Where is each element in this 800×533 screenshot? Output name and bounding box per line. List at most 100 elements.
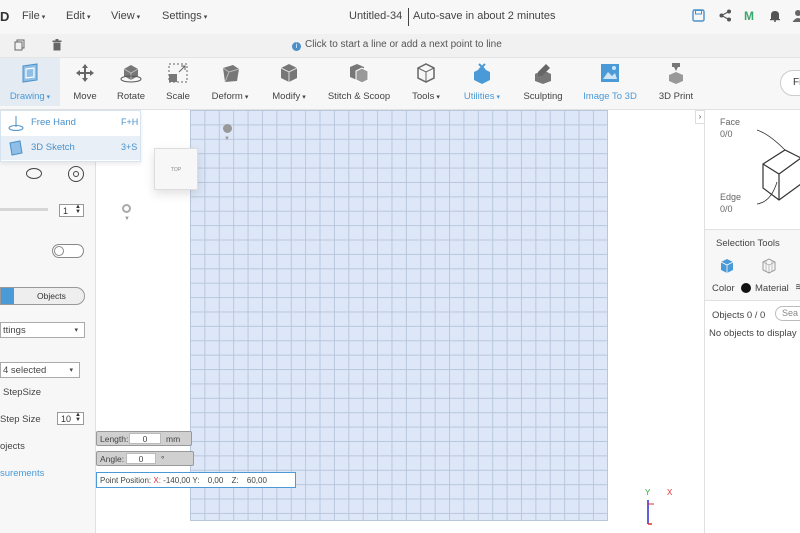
length-field: Length: 0 mm (96, 431, 192, 446)
tool-sculpting[interactable]: Sculpting (520, 62, 566, 102)
mode-segmented-control[interactable]: Objects (0, 287, 85, 305)
drawing-icon (22, 63, 38, 83)
panel-collapse-icon[interactable]: › (695, 110, 705, 124)
select-object-icon[interactable] (719, 258, 735, 277)
panel-toggle[interactable] (52, 244, 84, 258)
menu-edit[interactable]: Edit ▾ (66, 10, 90, 22)
objects-search-input[interactable]: Sea (775, 306, 800, 321)
copy-icon[interactable] (14, 39, 25, 54)
share-icon[interactable] (719, 9, 732, 25)
objects-segment[interactable]: Objects (37, 291, 66, 301)
3d-sketch-icon (9, 140, 23, 156)
y-axis-label: Y: (192, 476, 200, 485)
scale-icon (168, 63, 188, 83)
menu-view[interactable]: View ▾ (111, 10, 140, 22)
image-to-3d-icon (601, 64, 619, 82)
tool-tools[interactable]: Tools ▾ (408, 62, 444, 102)
objects-label: ojects (0, 441, 25, 452)
tool-move[interactable]: Move (70, 62, 100, 102)
selection-info-box: Face 0/0 Edge 0/0 (705, 110, 800, 230)
settings-select[interactable]: ttings ▾ (0, 322, 85, 338)
m-logo-icon[interactable]: M (744, 9, 754, 23)
left-panel: 1 ▲ ▼ Objects ttings ▾ 4 selected ▾ StepSize… (0, 110, 96, 533)
drawing-dropdown: Free Hand F+H 3D Sketch 3+S (0, 110, 141, 162)
length-input[interactable]: 0 (129, 433, 161, 444)
step-size-spinner[interactable]: 10 ▲ ▼ (57, 412, 84, 425)
angle-input[interactable]: 0 (126, 453, 156, 464)
axis-y-label: Y (645, 488, 651, 497)
tool-modify[interactable]: Modify ▾ (268, 62, 310, 102)
measurements-link[interactable]: surements (0, 468, 44, 479)
tool-rotate[interactable]: Rotate (114, 62, 148, 102)
ellipse-shape-option[interactable] (26, 168, 42, 179)
view-cube[interactable]: TOP (154, 148, 198, 190)
ground-grid (190, 110, 608, 521)
stitch-scoop-icon (350, 64, 369, 84)
tool-drawing[interactable]: Drawing ▾ (0, 58, 60, 106)
objects-list: Objects 0 / 0 No objects to display (705, 300, 800, 533)
axis-gizmo: Y X (642, 488, 672, 526)
z-value[interactable]: 60,00 (247, 476, 267, 485)
step-slider[interactable] (0, 208, 48, 211)
deform-icon (222, 65, 240, 83)
free-hand-icon (8, 116, 24, 131)
material-settings-icon[interactable]: ≋ (795, 282, 800, 293)
cube-preview-icon (756, 129, 800, 205)
autosave-status: Auto-save in about 2 minutes (413, 10, 556, 22)
sculpting-icon (535, 64, 551, 84)
angle-field: Angle: 0 ° (96, 451, 194, 466)
x-value[interactable]: -140,00 (163, 476, 190, 485)
save-icon[interactable] (692, 9, 705, 25)
empty-objects-message: No objects to display (709, 328, 797, 339)
modify-icon (280, 64, 298, 82)
document-title[interactable]: Untitled-34 (349, 10, 402, 22)
x-axis-label: X: (153, 476, 161, 485)
menu-item-3d-sketch[interactable]: 3D Sketch 3+S (1, 136, 140, 160)
light-icon[interactable] (122, 204, 131, 213)
light-caret-icon: ▼ (124, 216, 130, 222)
orbit-handle-icon[interactable] (223, 124, 232, 133)
step-spinner[interactable]: 1 ▲ ▼ (59, 204, 84, 217)
tool-utilities[interactable]: Utilities ▾ (460, 62, 504, 102)
tool-stitch-scoop[interactable]: Stitch & Scoop (326, 62, 392, 102)
z-axis-label: Z: (231, 476, 239, 485)
orbit-caret-icon: ▼ (224, 136, 230, 142)
3d-viewport[interactable]: ▼ TOP ▼ Length: 0 mm Angle: 0 ° Point Po… (96, 110, 704, 533)
menu-bar: D File ▾ Edit ▾ View ▾ Settings ▾ Untitled-3… (0, 0, 800, 34)
step-size-label: Step Size (0, 414, 41, 425)
selection-select[interactable]: 4 selected ▾ (0, 362, 80, 378)
utilities-icon (474, 63, 490, 84)
rotate-icon (120, 65, 142, 83)
trash-icon[interactable] (52, 39, 62, 54)
face-label: Face (720, 117, 741, 127)
tool-scale[interactable]: Scale (164, 62, 192, 102)
hint-bar: i Click to start a line or add a next poi… (0, 34, 800, 58)
toolbar-right-button[interactable]: Fi (780, 70, 800, 96)
bell-icon[interactable] (769, 9, 781, 25)
user-icon[interactable] (792, 9, 800, 25)
menu-item-free-hand[interactable]: Free Hand F+H (1, 111, 140, 135)
point-position-field: Point Position: X: -140,00 Y: 0,00 Z: 60… (96, 472, 296, 488)
3d-print-icon (669, 63, 683, 84)
move-icon (76, 64, 94, 82)
title-divider (408, 8, 409, 26)
select-mesh-icon[interactable] (761, 258, 777, 277)
mode-segment-active[interactable] (1, 288, 14, 304)
ring-shape-option[interactable] (68, 166, 84, 182)
material-label: Material (755, 283, 789, 294)
app-logo: D (0, 9, 10, 24)
menu-settings[interactable]: Settings ▾ (162, 10, 207, 22)
tool-image-to-3d[interactable]: Image To 3D (582, 62, 638, 102)
menu-file[interactable]: File ▾ (22, 10, 45, 22)
stepsize-label: StepSize (3, 387, 42, 398)
tools-icon (417, 63, 435, 83)
tool-3d-print[interactable]: 3D Print (656, 62, 696, 102)
right-panel: › Face 0/0 Edge 0/0 Selection Tools Colo… (695, 110, 800, 533)
selection-tools-label: Selection Tools (716, 238, 780, 249)
edge-label: Edge (720, 192, 742, 202)
color-swatch[interactable] (741, 283, 751, 293)
tool-deform[interactable]: Deform ▾ (208, 62, 252, 102)
info-icon: i (292, 42, 301, 51)
objects-count: Objects 0 / 0 (712, 310, 766, 321)
y-value[interactable]: 0,00 (208, 476, 224, 485)
